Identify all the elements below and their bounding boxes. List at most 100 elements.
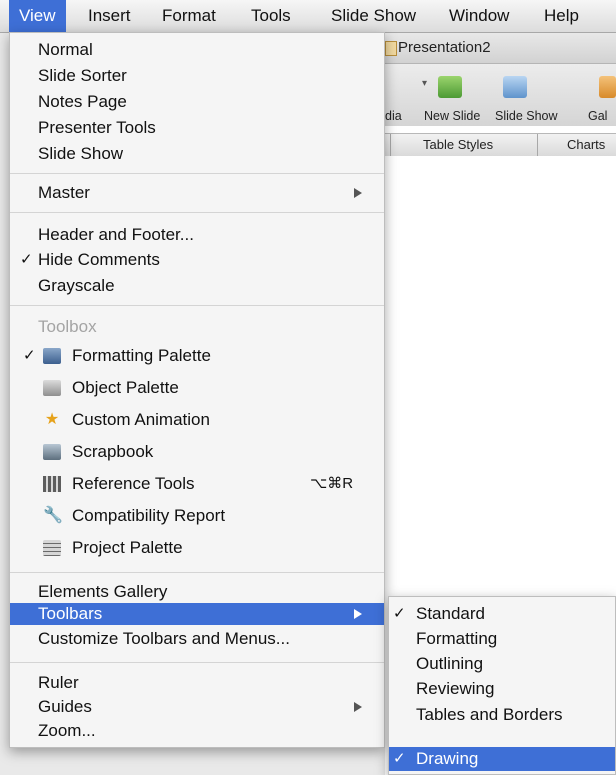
menu-item-reference-tools[interactable]: Reference Tools ⌥⌘R — [10, 471, 384, 497]
checkmark-icon: ✓ — [393, 750, 406, 767]
menu-item-guides[interactable]: Guides — [10, 694, 384, 720]
menu-separator — [10, 662, 384, 663]
menu-item-slide-sorter[interactable]: Slide Sorter — [10, 63, 384, 89]
scrapbook-icon — [43, 444, 61, 460]
slide-show-button[interactable]: Slide Show — [495, 109, 558, 123]
dropdown-arrow-icon[interactable]: ▾ — [422, 78, 432, 90]
menu-item-label: Scrapbook — [72, 442, 154, 461]
menu-item-label: Notes Page — [38, 92, 127, 111]
menu-item-master[interactable]: Master — [10, 180, 384, 206]
ribbon-divider — [390, 134, 391, 156]
toolbar-item-outlining[interactable]: Outlining — [389, 652, 615, 676]
submenu-item-label: Tables and Borders — [416, 705, 563, 724]
tab-charts[interactable]: Charts — [567, 137, 605, 152]
menu-item-label: Grayscale — [38, 276, 115, 295]
menu-item-label: Custom Animation — [72, 410, 210, 429]
ribbon-tabs: Table Styles Charts — [385, 133, 616, 157]
menu-format[interactable]: Format — [152, 0, 226, 32]
menu-item-notes-page[interactable]: Notes Page — [10, 89, 384, 115]
gallery-button-label[interactable]: Gal — [588, 109, 607, 123]
menu-item-compatibility-report[interactable]: 🔧 Compatibility Report — [10, 503, 384, 529]
media-button-label[interactable]: dia — [385, 109, 402, 123]
menu-item-label: Ruler — [38, 673, 79, 692]
menu-item-hide-comments[interactable]: ✓ Hide Comments — [10, 247, 384, 273]
menu-item-scrapbook[interactable]: Scrapbook — [10, 439, 384, 465]
menu-item-normal[interactable]: Normal — [10, 37, 384, 63]
window-titlebar: Presentation2 — [385, 33, 616, 64]
menu-item-label: Formatting Palette — [72, 346, 211, 365]
menu-item-label: Reference Tools — [72, 474, 195, 493]
shortcut-label: ⌥⌘R — [310, 475, 354, 492]
toolbar-item-standard[interactable]: ✓ Standard — [389, 602, 615, 626]
menu-window[interactable]: Window — [439, 0, 519, 32]
menu-separator — [10, 173, 384, 174]
menu-item-label: Compatibility Report — [72, 506, 226, 525]
object-palette-icon — [43, 380, 61, 396]
gallery-icon[interactable] — [599, 76, 616, 98]
toolbar-item-formatting[interactable]: Formatting — [389, 627, 615, 651]
menu-item-elements-gallery[interactable]: Elements Gallery — [10, 579, 384, 605]
new-slide-icon[interactable] — [438, 76, 462, 98]
menu-separator — [10, 305, 384, 306]
menu-item-label: Customize Toolbars and Menus... — [38, 629, 290, 648]
menu-item-label: Slide Show — [38, 144, 124, 163]
toolbars-submenu: ✓ Standard Formatting Outlining Reviewing… — [388, 596, 616, 775]
tab-table-styles[interactable]: Table Styles — [423, 137, 493, 152]
toolbar-item-tables-borders[interactable]: Tables and Borders — [389, 703, 615, 727]
project-palette-icon — [43, 540, 61, 556]
window-title: Presentation2 — [398, 39, 491, 56]
checkmark-icon: ✓ — [393, 605, 406, 622]
menu-item-label: Project Palette — [72, 538, 183, 557]
menu-item-label: Hide Comments — [38, 250, 160, 269]
submenu-item-label: Formatting — [416, 629, 498, 648]
toolbar-item-drawing[interactable]: ✓ Drawing — [389, 747, 615, 771]
menu-item-zoom[interactable]: Zoom... — [10, 718, 384, 744]
menu-item-customize-toolbars[interactable]: Customize Toolbars and Menus... — [10, 626, 384, 652]
wrench-icon: 🔧 — [43, 507, 63, 524]
ribbon-divider — [537, 134, 538, 156]
slide-show-icon[interactable] — [503, 76, 527, 98]
menu-item-presenter-tools[interactable]: Presenter Tools — [10, 115, 384, 141]
menu-help[interactable]: Help — [534, 0, 589, 32]
menu-item-label: Toolbars — [38, 604, 103, 623]
submenu-item-label: Reviewing — [416, 679, 495, 698]
menu-item-label: Header and Footer... — [38, 225, 194, 244]
submenu-item-label: Outlining — [416, 654, 484, 673]
menu-item-label: Slide Sorter — [38, 66, 127, 85]
menu-item-label: Guides — [38, 697, 92, 716]
menu-item-label: Master — [38, 183, 90, 202]
menu-item-label: Elements Gallery — [38, 582, 168, 601]
menu-item-slide-show[interactable]: Slide Show — [10, 141, 384, 167]
menu-separator — [10, 212, 384, 213]
menu-slide-show[interactable]: Slide Show — [321, 0, 426, 32]
menu-item-formatting-palette[interactable]: ✓ Formatting Palette — [10, 343, 384, 369]
submenu-arrow-icon — [354, 702, 362, 712]
menu-item-toolbars[interactable]: Toolbars — [10, 603, 384, 625]
submenu-arrow-icon — [354, 188, 362, 198]
menu-item-label: Presenter Tools — [38, 118, 156, 137]
checkmark-icon: ✓ — [23, 347, 36, 364]
toolbar-item-reviewing[interactable]: Reviewing — [389, 677, 615, 701]
menu-item-label: Object Palette — [72, 378, 179, 397]
menu-item-label: Zoom... — [38, 721, 96, 740]
menu-item-ruler[interactable]: Ruler — [10, 670, 384, 696]
menu-item-header-footer[interactable]: Header and Footer... — [10, 222, 384, 248]
books-icon — [43, 476, 61, 492]
menu-item-object-palette[interactable]: Object Palette — [10, 375, 384, 401]
menu-bar: View Insert Format Tools Slide Show Wind… — [0, 0, 616, 33]
menu-insert[interactable]: Insert — [78, 0, 141, 32]
menu-item-project-palette[interactable]: Project Palette — [10, 535, 384, 561]
formatting-palette-icon — [43, 348, 61, 364]
menu-tools[interactable]: Tools — [241, 0, 301, 32]
menu-item-grayscale[interactable]: Grayscale — [10, 273, 384, 299]
submenu-item-label: Standard — [416, 604, 485, 623]
submenu-arrow-icon — [354, 609, 362, 619]
menu-item-label: Toolbox — [38, 317, 97, 336]
menu-item-custom-animation[interactable]: ★ Custom Animation — [10, 407, 384, 433]
menu-separator — [10, 572, 384, 573]
document-icon — [385, 41, 397, 56]
menu-view[interactable]: View — [9, 0, 66, 32]
new-slide-button[interactable]: New Slide — [424, 109, 480, 123]
star-icon: ★ — [44, 411, 60, 428]
menu-item-toolbox: Toolbox — [10, 314, 384, 340]
